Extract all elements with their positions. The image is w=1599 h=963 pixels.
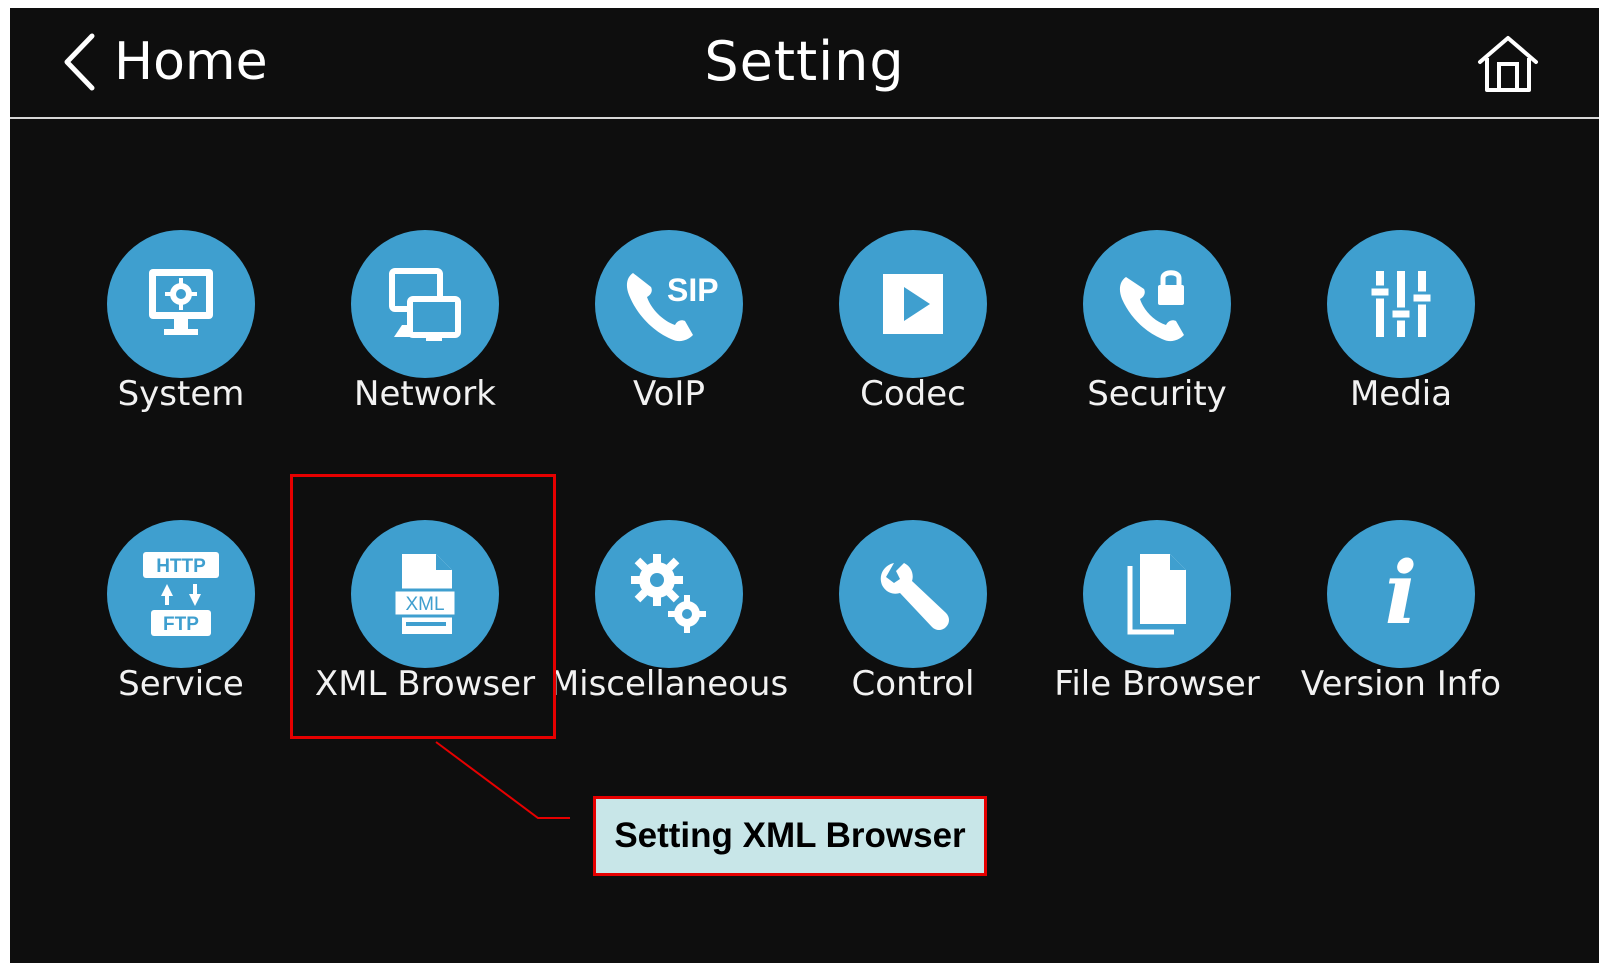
menu-item-miscellaneous[interactable]: Miscellaneous [544,520,794,730]
menu-item-control[interactable]: Control [788,520,1038,730]
http-label: HTTP [156,556,206,577]
menu-item-codec[interactable]: Codec [788,230,1038,440]
callout-label: Setting XML Browser [593,796,987,876]
menu-item-service[interactable]: HTTP FTP Service [56,520,306,730]
menu-item-media[interactable]: Media [1276,230,1526,440]
files-icon [1083,520,1231,668]
menu-item-security[interactable]: Security [1032,230,1282,440]
highlight-box [290,474,556,739]
phone-lock-icon [1083,230,1231,378]
svg-text:SIP: SIP [667,272,719,308]
ftp-label: FTP [163,614,199,635]
network-monitors-icon [351,230,499,378]
wrench-icon [839,520,987,668]
menu-item-version-info[interactable]: i Version Info [1276,520,1526,730]
menu-item-system[interactable]: System [56,230,306,440]
monitor-gear-icon [107,230,255,378]
page-title: Setting [704,30,905,93]
gears-icon [595,520,743,668]
menu-item-label: Version Info [1300,664,1502,704]
menu-item-file-browser[interactable]: File Browser [1032,520,1282,730]
http-ftp-icon: HTTP FTP [107,520,255,668]
menu-item-network[interactable]: Network [300,230,550,440]
sliders-icon [1327,230,1475,378]
header-bar: Home Setting [10,8,1599,119]
play-icon [839,230,987,378]
menu-item-voip[interactable]: SIP VoIP [544,230,794,440]
sip-phone-icon: SIP [595,230,743,378]
info-icon: i [1327,520,1475,668]
home-icon [1476,36,1540,98]
menu-item-label: Media [1349,374,1453,414]
home-button[interactable] [1476,34,1540,94]
info-glyph: i [1384,543,1418,644]
